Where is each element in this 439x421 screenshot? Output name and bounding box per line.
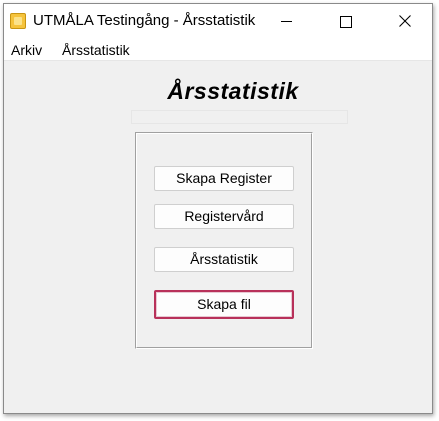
app-window: UTMÅLA Testingång - Årsstatistik Arkiv Å… bbox=[3, 3, 433, 414]
skapa-fil-button[interactable]: Skapa fil bbox=[154, 290, 294, 319]
page-title: Årsstatistik bbox=[167, 78, 299, 104]
menu-item-arsstatistik[interactable]: Årsstatistik bbox=[62, 42, 130, 58]
close-icon bbox=[399, 15, 411, 27]
close-button[interactable] bbox=[382, 4, 428, 38]
maximize-button[interactable] bbox=[323, 4, 369, 38]
arsstatistik-button[interactable]: Årsstatistik bbox=[154, 247, 294, 272]
app-icon[interactable] bbox=[10, 13, 26, 29]
registervard-button[interactable]: Registervård bbox=[154, 204, 294, 229]
title-bar[interactable]: UTMÅLA Testingång - Årsstatistik bbox=[4, 4, 432, 38]
menu-item-arkiv[interactable]: Arkiv bbox=[11, 42, 42, 58]
menu-bar: Arkiv Årsstatistik bbox=[4, 38, 432, 61]
minimize-button[interactable] bbox=[263, 4, 309, 38]
title-divider bbox=[131, 110, 348, 124]
skapa-register-button[interactable]: Skapa Register bbox=[154, 166, 294, 191]
window-title: UTMÅLA Testingång - Årsstatistik bbox=[33, 12, 256, 29]
